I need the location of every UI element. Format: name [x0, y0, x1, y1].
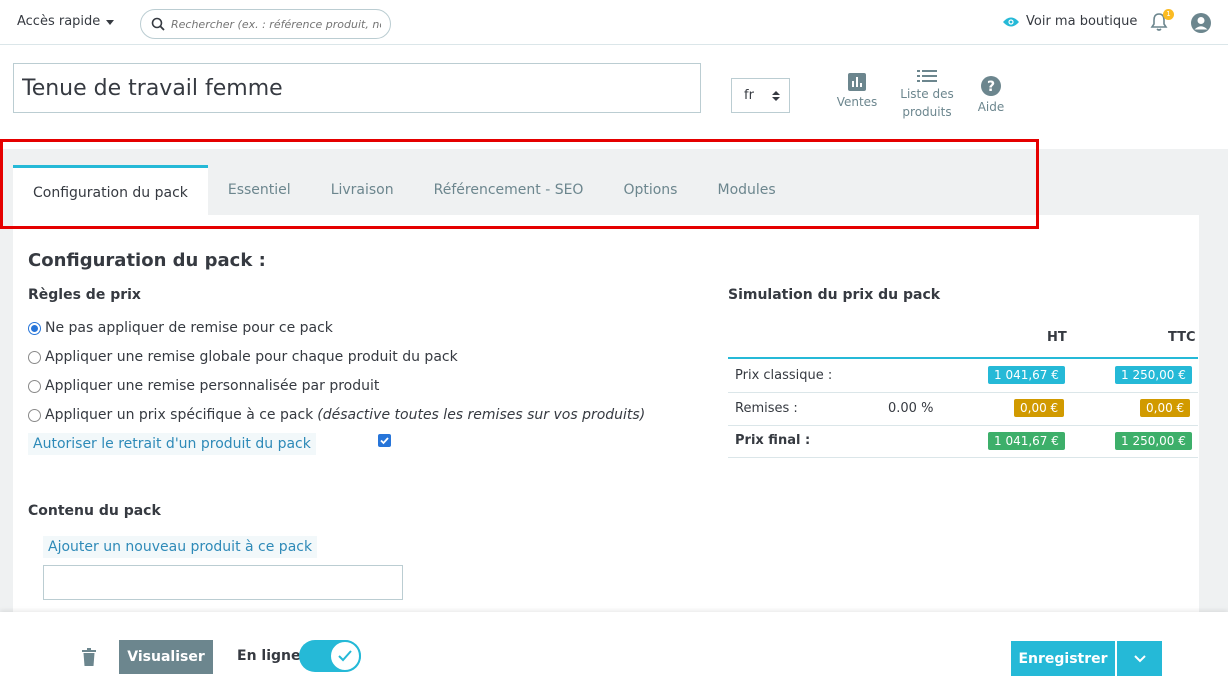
- preview-button[interactable]: Visualiser: [119, 640, 213, 674]
- discount-ht: 0,00 €: [1014, 399, 1065, 417]
- search-box[interactable]: [140, 9, 391, 39]
- checkmark-icon: [380, 437, 389, 445]
- view-shop-label: Voir ma boutique: [1026, 14, 1138, 29]
- table-header-divider: [728, 357, 1198, 359]
- column-header-ht: HT: [1047, 330, 1067, 345]
- row-label-final-price: Prix final :: [735, 433, 811, 448]
- help-button[interactable]: ? Aide: [976, 76, 1006, 116]
- price-rule-label: Appliquer une remise personnalisée par p…: [45, 378, 380, 394]
- top-bar: Accès rapide Voir ma boutique 1: [0, 0, 1228, 45]
- search-icon: [151, 17, 165, 31]
- discount-percent: 0.00 %: [888, 401, 934, 416]
- language-value: fr: [744, 88, 754, 103]
- delete-button[interactable]: [82, 648, 96, 670]
- row-divider: [728, 425, 1198, 426]
- discount-ttc: 0,00 €: [1140, 399, 1191, 417]
- row-divider: [728, 392, 1198, 393]
- pack-content-title: Contenu du pack: [28, 503, 161, 519]
- section-title: Configuration du pack :: [28, 250, 266, 271]
- price-rules-title: Règles de prix: [28, 287, 141, 303]
- quick-access-menu[interactable]: Accès rapide: [17, 14, 115, 29]
- trash-icon: [82, 648, 96, 666]
- help-label: Aide: [977, 100, 1005, 114]
- save-button[interactable]: Enregistrer: [1011, 641, 1115, 676]
- highlight-frame: [0, 139, 1039, 229]
- search-input[interactable]: [171, 17, 381, 31]
- view-shop-link[interactable]: Voir ma boutique: [1002, 14, 1137, 29]
- final-price-ht: 1 041,67 €: [988, 432, 1065, 450]
- radio-button[interactable]: [28, 408, 41, 422]
- check-icon: [338, 650, 352, 662]
- radio-button[interactable]: [28, 350, 41, 364]
- price-rule-label: Ne pas appliquer de remise pour ce pack: [45, 320, 333, 336]
- save-options-button[interactable]: [1117, 641, 1162, 676]
- price-rule-option[interactable]: Appliquer un prix spécifique à ce pack (…: [28, 407, 645, 423]
- row-label-classic-price: Prix classique :: [735, 368, 833, 383]
- bar-chart-icon: [848, 73, 866, 91]
- allow-remove-label: Autoriser le retrait d'un produit du pac…: [28, 433, 316, 455]
- simulation-title: Simulation du prix du pack: [728, 287, 941, 303]
- list-icon: [917, 70, 937, 82]
- quick-access-label: Accès rapide: [17, 14, 101, 29]
- final-price-ttc: 1 250,00 €: [1115, 432, 1192, 450]
- price-rule-label: Appliquer un prix spécifique à ce pack: [45, 407, 314, 423]
- chevron-down-icon: [106, 20, 115, 25]
- add-product-input[interactable]: [43, 565, 403, 600]
- price-rule-option[interactable]: Ne pas appliquer de remise pour ce pack: [28, 320, 333, 336]
- footer-toolbar: Visualiser En ligne Enregistrer: [0, 612, 1228, 692]
- eye-icon: [1003, 17, 1019, 26]
- notification-badge: 1: [1163, 9, 1174, 20]
- add-product-label: Ajouter un nouveau produit à ce pack: [43, 536, 318, 558]
- user-avatar-icon: [1191, 13, 1211, 33]
- toggle-knob: [329, 640, 361, 672]
- product-header: fr Ventes Liste des produits ? Aide: [0, 45, 1228, 149]
- sales-label: Ventes: [836, 95, 878, 109]
- row-label-discounts: Remises :: [735, 401, 798, 416]
- row-divider: [728, 457, 1198, 458]
- price-rule-label: Appliquer une remise globale pour chaque…: [45, 349, 458, 365]
- allow-remove-checkbox[interactable]: [378, 434, 391, 447]
- language-select[interactable]: fr: [731, 78, 790, 113]
- online-label: En ligne: [237, 648, 301, 664]
- price-rule-note: (désactive toutes les remises sur vos pr…: [317, 407, 646, 423]
- notifications-button[interactable]: 1: [1150, 9, 1174, 34]
- online-toggle[interactable]: [299, 640, 361, 672]
- radio-button[interactable]: [28, 321, 41, 335]
- select-arrows-icon: [771, 90, 780, 101]
- user-menu[interactable]: [1190, 12, 1212, 34]
- price-rule-option[interactable]: Appliquer une remise globale pour chaque…: [28, 349, 458, 365]
- chevron-down-icon: [1133, 654, 1146, 662]
- svg-text:?: ?: [987, 79, 995, 95]
- product-list-label: Liste des produits: [900, 87, 954, 119]
- sales-button[interactable]: Ventes: [836, 73, 878, 111]
- column-header-ttc: TTC: [1168, 330, 1196, 345]
- product-name-input[interactable]: [13, 63, 701, 113]
- radio-button[interactable]: [28, 379, 41, 393]
- help-icon: ?: [981, 76, 1001, 96]
- product-list-button[interactable]: Liste des produits: [898, 69, 956, 121]
- classic-price-ttc: 1 250,00 €: [1115, 366, 1192, 384]
- price-rule-option[interactable]: Appliquer une remise personnalisée par p…: [28, 378, 379, 394]
- classic-price-ht: 1 041,67 €: [988, 366, 1065, 384]
